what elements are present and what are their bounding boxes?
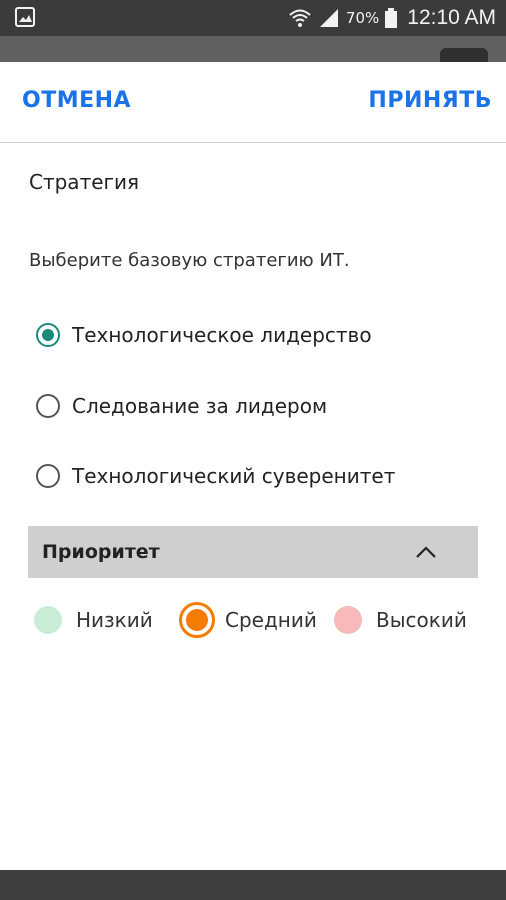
radio-unchecked[interactable] xyxy=(36,394,60,418)
priority-section-header[interactable]: Приоритет xyxy=(28,526,478,578)
status-right: 70% 12:10 AM xyxy=(288,0,496,36)
priority-low-dot[interactable] xyxy=(34,606,62,634)
cancel-button[interactable]: ОТМЕНА xyxy=(22,88,131,113)
priority-label: Низкий xyxy=(76,608,153,632)
signal-icon xyxy=(319,9,338,27)
option-tech-sovereignty[interactable]: Технологический суверенитет xyxy=(36,461,395,491)
priority-label: Высокий xyxy=(376,608,467,632)
dialog-action-bar: ОТМЕНА ПРИНЯТЬ xyxy=(0,62,506,143)
navigation-bar xyxy=(0,870,506,900)
option-tech-leadership[interactable]: Технологическое лидерство xyxy=(36,320,372,350)
accept-button[interactable]: ПРИНЯТЬ xyxy=(368,88,492,113)
option-label: Технологическое лидерство xyxy=(72,323,372,347)
status-time: 12:10 AM xyxy=(407,6,496,29)
chevron-up-icon[interactable] xyxy=(414,540,438,564)
gallery-icon xyxy=(15,7,35,27)
strategy-dialog: ОТМЕНА ПРИНЯТЬ Стратегия Выберите базову… xyxy=(0,62,506,870)
priority-high-dot[interactable] xyxy=(334,606,362,634)
radio-checked[interactable] xyxy=(36,323,60,347)
option-label: Технологический суверенитет xyxy=(72,464,396,488)
radio-unchecked[interactable] xyxy=(36,464,60,488)
dimmed-background xyxy=(0,36,506,62)
status-bar: 70% 12:10 AM xyxy=(0,0,506,36)
wifi-icon xyxy=(289,9,311,27)
option-follow-leader[interactable]: Следование за лидером xyxy=(36,391,327,421)
priority-medium[interactable]: Средний xyxy=(179,602,317,638)
section-title: Стратегия xyxy=(29,170,140,194)
priority-low[interactable]: Низкий xyxy=(34,602,153,638)
option-label: Следование за лидером xyxy=(72,394,328,418)
priority-medium-dot[interactable] xyxy=(179,602,215,638)
battery-icon xyxy=(385,8,398,28)
priority-title: Приоритет xyxy=(42,541,160,563)
priority-label: Средний xyxy=(225,608,317,632)
question-text: Выберите базовую стратегию ИТ. xyxy=(29,250,350,271)
battery-percent: 70% xyxy=(345,9,380,27)
priority-high[interactable]: Высокий xyxy=(334,602,467,638)
